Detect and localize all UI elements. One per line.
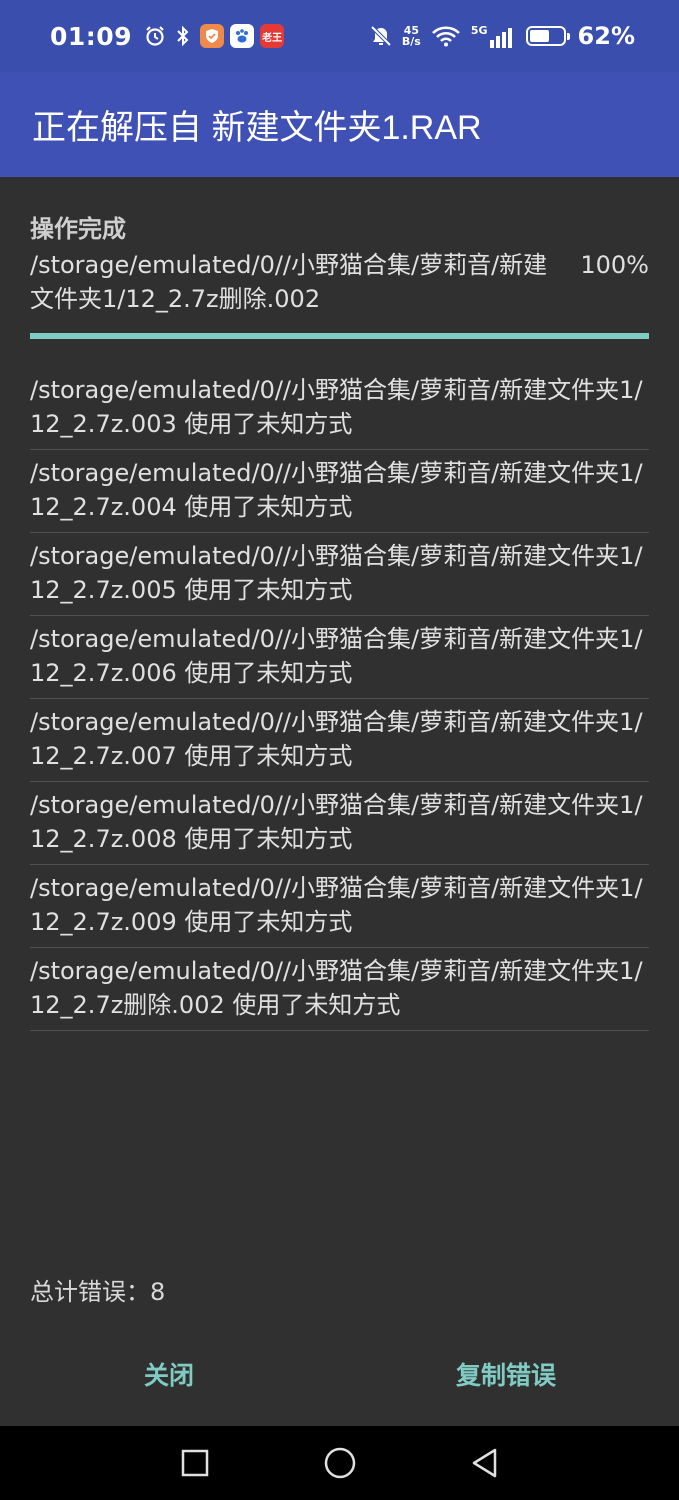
error-item: /storage/emulated/0//小野猫合集/萝莉音/新建文件夹1/12…: [30, 539, 649, 616]
copy-errors-button[interactable]: 复制错误: [440, 1340, 572, 1412]
current-file-row: /storage/emulated/0//小野猫合集/萝莉音/新建文件夹1/12…: [30, 248, 649, 316]
error-item: /storage/emulated/0//小野猫合集/萝莉音/新建文件夹1/12…: [30, 456, 649, 533]
home-button[interactable]: [267, 1426, 412, 1500]
wifi-icon: [431, 25, 461, 47]
error-item: /storage/emulated/0//小野猫合集/萝莉音/新建文件夹1/12…: [30, 622, 649, 699]
back-button[interactable]: [412, 1426, 557, 1500]
navigation-bar: [0, 1426, 679, 1500]
dialog-title: 正在解压自 新建文件夹1.RAR: [32, 109, 482, 147]
dialog-actions: 关闭 复制错误: [0, 1340, 679, 1412]
bluetooth-icon: [172, 25, 194, 47]
alarm-icon: [144, 25, 166, 47]
error-list[interactable]: /storage/emulated/0//小野猫合集/萝莉音/新建文件夹1/12…: [30, 373, 649, 1031]
mute-icon: [370, 25, 392, 47]
recents-square-icon: [181, 1449, 208, 1477]
progress-percent: 100%: [580, 251, 649, 279]
close-button[interactable]: 关闭: [128, 1340, 210, 1412]
progress-bar: [30, 333, 649, 339]
current-file-path: /storage/emulated/0//小野猫合集/萝莉音/新建文件夹1/12…: [30, 251, 548, 313]
error-item: /storage/emulated/0//小野猫合集/萝莉音/新建文件夹1/12…: [30, 373, 649, 450]
progress-bar-fill: [30, 333, 649, 339]
battery-icon: [525, 26, 570, 46]
recents-button[interactable]: [122, 1426, 267, 1500]
status-bar: 01:09 老王 45 B/s 5G 62%: [0, 0, 679, 72]
signal-icon: 5G: [471, 24, 512, 48]
error-item: /storage/emulated/0//小野猫合集/萝莉音/新建文件夹1/12…: [30, 954, 649, 1031]
net-speed: 45 B/s: [401, 24, 421, 48]
home-circle-icon: [324, 1447, 355, 1479]
battery-percent: 62%: [577, 22, 635, 50]
baidu-app-icon: [230, 24, 255, 48]
title-bar: 正在解压自 新建文件夹1.RAR: [0, 72, 679, 177]
status-time: 01:09: [50, 21, 133, 51]
error-item: /storage/emulated/0//小野猫合集/萝莉音/新建文件夹1/12…: [30, 705, 649, 782]
back-triangle-icon: [472, 1448, 496, 1478]
error-item: /storage/emulated/0//小野猫合集/萝莉音/新建文件夹1/12…: [30, 871, 649, 948]
total-errors: 总计错误：8: [30, 1278, 166, 1306]
laowang-app-icon: 老王: [260, 24, 285, 48]
operation-status: 操作完成: [30, 215, 126, 243]
shield-app-icon: [200, 24, 225, 48]
extract-content: 操作完成 /storage/emulated/0//小野猫合集/萝莉音/新建文件…: [30, 177, 649, 1037]
error-item: /storage/emulated/0//小野猫合集/萝莉音/新建文件夹1/12…: [30, 788, 649, 865]
